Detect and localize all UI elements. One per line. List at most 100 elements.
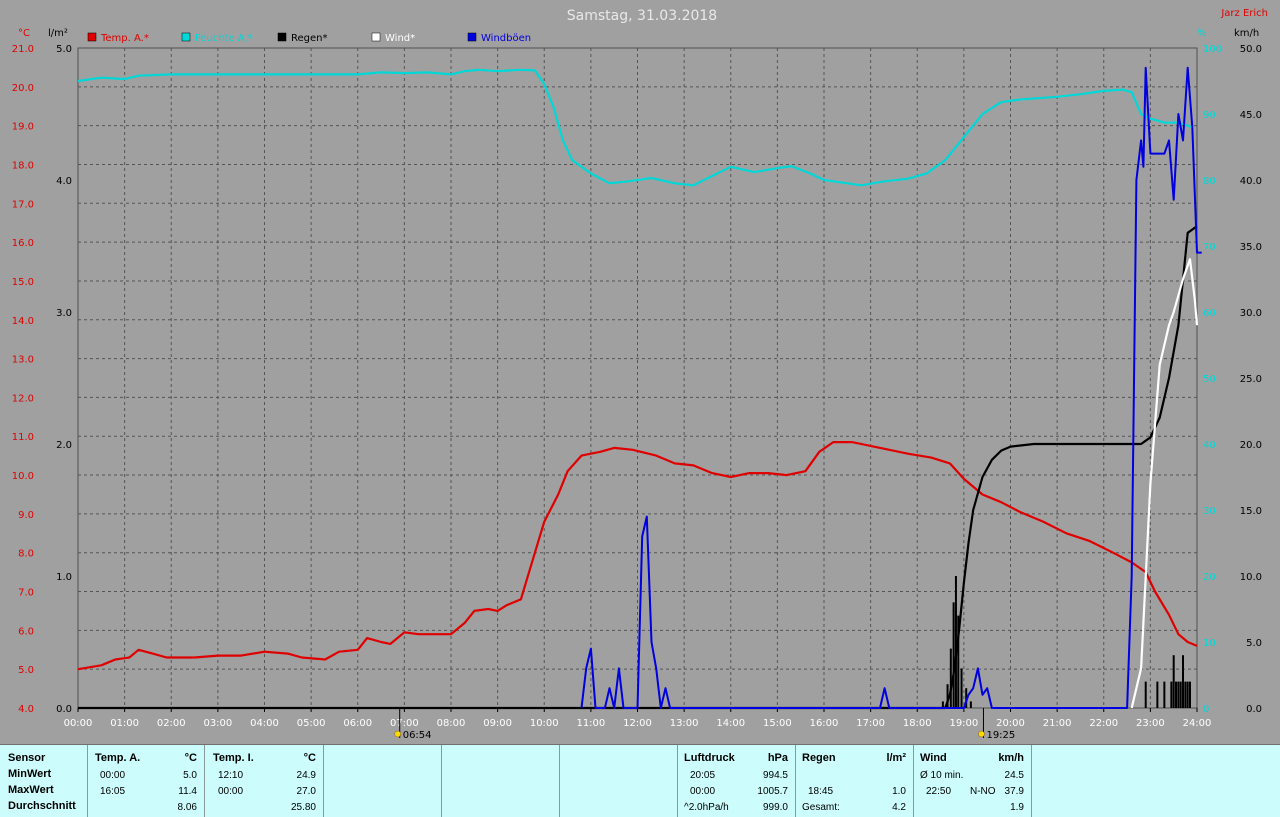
sunrise-icon bbox=[394, 730, 401, 738]
row-label-avg: Durchschnitt bbox=[8, 800, 76, 812]
x-tick-label: 20:00 bbox=[996, 718, 1025, 729]
temp-i-min-time: 12:10 bbox=[218, 770, 244, 781]
chart-title: Samstag, 31.03.2018 bbox=[567, 8, 717, 24]
pressure-trend-label: ^2.0hPa/h bbox=[684, 802, 729, 813]
x-tick-label: 02:00 bbox=[157, 718, 186, 729]
temp-i-title: Temp. I. bbox=[213, 752, 254, 764]
x-tick-label: 05:00 bbox=[297, 718, 326, 729]
temp-tick-label: 19.0 bbox=[12, 122, 34, 133]
hum-unit-label: % bbox=[1197, 28, 1207, 39]
legend-label: Feuchte A.* bbox=[195, 33, 253, 44]
x-tick-label: 09:00 bbox=[483, 718, 512, 729]
stats-col-wind: Wind km/h Ø 10 min. 24.5 22:50 N-NO 37.9… bbox=[914, 745, 1032, 817]
temp-a-max-time: 16:05 bbox=[100, 786, 126, 797]
stats-col-empty-2 bbox=[442, 745, 560, 817]
legend-swatch bbox=[181, 32, 191, 42]
legend-swatch bbox=[87, 32, 97, 42]
stats-col-sensor: Sensor MinWert MaxWert Durchschnitt bbox=[0, 745, 88, 817]
stats-col-temp-i: Temp. I. °C 12:10 24.9 00:00 27.0 25.80 bbox=[205, 745, 324, 817]
wind-avg: 24.5 bbox=[1004, 770, 1024, 781]
pressure-min-time: 20:05 bbox=[690, 770, 716, 781]
temp-tick-label: 9.0 bbox=[18, 510, 34, 521]
pressure-min: 994.5 bbox=[762, 770, 788, 781]
wind-tick-label: 45.0 bbox=[1240, 110, 1262, 121]
x-tick-label: 12:00 bbox=[623, 718, 652, 729]
temp-i-min: 24.9 bbox=[296, 770, 316, 781]
x-tick-label: 21:00 bbox=[1043, 718, 1072, 729]
legend-label: Wind* bbox=[385, 33, 415, 44]
temp-tick-label: 12.0 bbox=[12, 393, 34, 404]
wind-max-time: 22:50 bbox=[926, 786, 952, 797]
wind-tick-label: 5.0 bbox=[1246, 638, 1262, 649]
wind-tick-label: 15.0 bbox=[1240, 506, 1262, 517]
wind-max: 37.9 bbox=[1004, 786, 1024, 797]
stats-col-empty-1 bbox=[324, 745, 442, 817]
hum-tick-label: 100 bbox=[1203, 44, 1222, 55]
hum-tick-label: 70 bbox=[1203, 242, 1216, 253]
rain-tick-label: 4.0 bbox=[56, 176, 72, 187]
temp-tick-label: 17.0 bbox=[12, 199, 34, 210]
legend-swatch bbox=[277, 32, 287, 42]
x-tick-label: 11:00 bbox=[576, 718, 605, 729]
wind-tick-label: 35.0 bbox=[1240, 242, 1262, 253]
wind-unit: km/h bbox=[998, 752, 1024, 764]
wind-max-dir: N-NO bbox=[970, 786, 996, 797]
x-tick-label: 08:00 bbox=[437, 718, 466, 729]
legend-label: Regen* bbox=[291, 33, 328, 44]
stats-table: Sensor MinWert MaxWert Durchschnitt Temp… bbox=[0, 744, 1280, 817]
temp-tick-label: 11.0 bbox=[12, 432, 34, 443]
x-tick-label: 18:00 bbox=[903, 718, 932, 729]
x-tick-label: 23:00 bbox=[1136, 718, 1165, 729]
rain-total: 4.2 bbox=[892, 802, 906, 813]
x-tick-label: 15:00 bbox=[763, 718, 792, 729]
rain-total-label: Gesamt: bbox=[802, 802, 840, 813]
hum-tick-label: 90 bbox=[1203, 110, 1216, 121]
rain-unit-label: l/m² bbox=[48, 28, 68, 39]
temp-a-unit: °C bbox=[184, 752, 197, 764]
chart-author: Jarz Erich bbox=[1220, 8, 1268, 19]
rain-tick-label: 0.0 bbox=[56, 704, 72, 715]
legend-label: Temp. A.* bbox=[100, 33, 149, 44]
wind-tick-label: 30.0 bbox=[1240, 308, 1262, 319]
stats-col-temp-a: Temp. A. °C 00:00 5.0 16:05 11.4 8.06 bbox=[88, 745, 205, 817]
hum-tick-label: 10 bbox=[1203, 638, 1216, 649]
temp-tick-label: 16.0 bbox=[12, 238, 34, 249]
wind-tick-label: 0.0 bbox=[1246, 704, 1262, 715]
pressure-trend: 999.0 bbox=[762, 802, 788, 813]
temp-tick-label: 7.0 bbox=[18, 588, 34, 599]
stats-col-rain: Regen l/m² 18:45 1.0 Gesamt: 4.2 bbox=[796, 745, 914, 817]
temp-i-avg: 25.80 bbox=[290, 802, 316, 813]
hum-tick-label: 30 bbox=[1203, 506, 1216, 517]
x-tick-label: 07:00 bbox=[390, 718, 419, 729]
temp-tick-label: 4.0 bbox=[18, 704, 34, 715]
pressure-title: Luftdruck bbox=[684, 752, 735, 764]
legend-swatch bbox=[371, 32, 381, 42]
temp-tick-label: 21.0 bbox=[12, 44, 34, 55]
x-tick-label: 16:00 bbox=[810, 718, 839, 729]
temp-tick-label: 5.0 bbox=[18, 665, 34, 676]
rain-tick-label: 1.0 bbox=[56, 572, 72, 583]
sunset-label: 19:25 bbox=[986, 730, 1015, 741]
pressure-max: 1005.7 bbox=[757, 786, 788, 797]
temp-tick-label: 8.0 bbox=[18, 549, 34, 560]
temp-tick-label: 13.0 bbox=[12, 355, 34, 366]
rain-tick-label: 2.0 bbox=[56, 440, 72, 451]
row-label-max: MaxWert bbox=[8, 784, 54, 796]
legend-swatch bbox=[467, 32, 477, 42]
pressure-max-time: 00:00 bbox=[690, 786, 716, 797]
x-tick-label: 10:00 bbox=[530, 718, 559, 729]
hum-tick-label: 80 bbox=[1203, 176, 1216, 187]
temp-a-max: 11.4 bbox=[178, 786, 197, 797]
x-tick-label: 17:00 bbox=[856, 718, 885, 729]
hum-tick-label: 0 bbox=[1203, 704, 1209, 715]
rain-tick-label: 3.0 bbox=[56, 308, 72, 319]
temp-i-max: 27.0 bbox=[296, 786, 316, 797]
stats-col-empty-3 bbox=[560, 745, 678, 817]
wind-tick-label: 40.0 bbox=[1240, 176, 1262, 187]
sensor-header: Sensor bbox=[8, 752, 46, 764]
wind-unit-label: km/h bbox=[1234, 28, 1259, 39]
stats-col-pressure: Luftdruck hPa 20:05 994.5 00:00 1005.7 ^… bbox=[678, 745, 796, 817]
hum-tick-label: 60 bbox=[1203, 308, 1216, 319]
x-tick-label: 19:00 bbox=[949, 718, 978, 729]
wind-tick-label: 25.0 bbox=[1240, 374, 1262, 385]
